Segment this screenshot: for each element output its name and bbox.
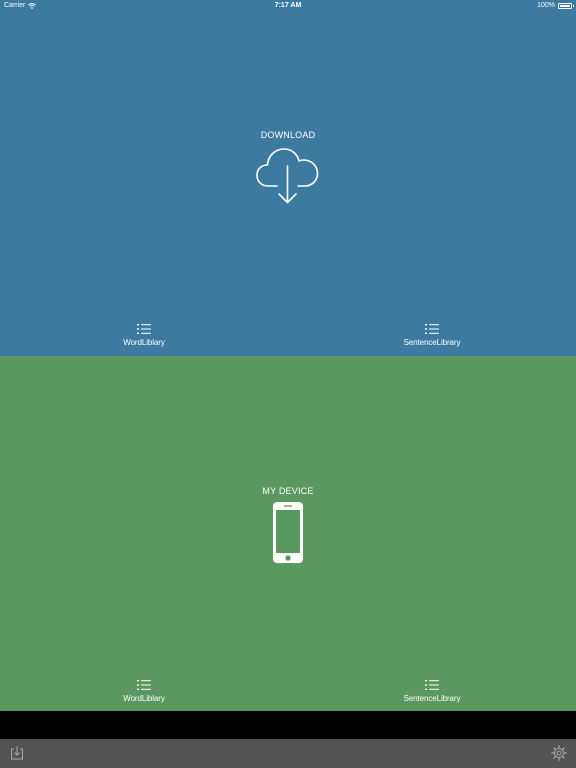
download-panel[interactable]: Carrier 7:17 AM 100% DOWNLOAD WordLiblar…	[0, 0, 576, 356]
download-tray-icon[interactable]	[9, 745, 25, 761]
app-screen: Carrier 7:17 AM 100% DOWNLOAD WordLiblar…	[0, 0, 576, 768]
battery-icon	[558, 3, 574, 9]
sentence-library-label: SentenceLibrary	[403, 694, 461, 703]
cloud-download-icon[interactable]	[255, 144, 321, 206]
word-library-label: WordLiblary	[123, 338, 165, 347]
bottom-toolbar	[0, 739, 576, 768]
status-time: 7:17 AM	[274, 2, 302, 9]
status-bar: Carrier 7:17 AM 100%	[0, 0, 576, 12]
my-device-panel[interactable]: MY DEVICE WordLiblary SentenceLibrary	[0, 356, 576, 711]
status-battery: 100%	[537, 0, 574, 12]
list-icon	[425, 680, 439, 690]
battery-percent: 100%	[537, 2, 555, 9]
list-icon	[425, 324, 439, 334]
download-title: DOWNLOAD	[260, 130, 316, 140]
sentence-library-label: SentenceLibrary	[403, 338, 461, 347]
phone-icon[interactable]	[272, 501, 304, 564]
word-library-label: WordLiblary	[123, 694, 165, 703]
list-icon	[137, 680, 151, 690]
device-word-library-button[interactable]: WordLiblary	[84, 679, 204, 703]
device-sentence-library-button[interactable]: SentenceLibrary	[372, 679, 492, 703]
my-device-title: MY DEVICE	[262, 486, 314, 496]
download-sentence-library-button[interactable]: SentenceLibrary	[372, 323, 492, 347]
download-word-library-button[interactable]: WordLiblary	[84, 323, 204, 347]
gear-icon[interactable]	[551, 745, 567, 761]
list-icon	[137, 324, 151, 334]
